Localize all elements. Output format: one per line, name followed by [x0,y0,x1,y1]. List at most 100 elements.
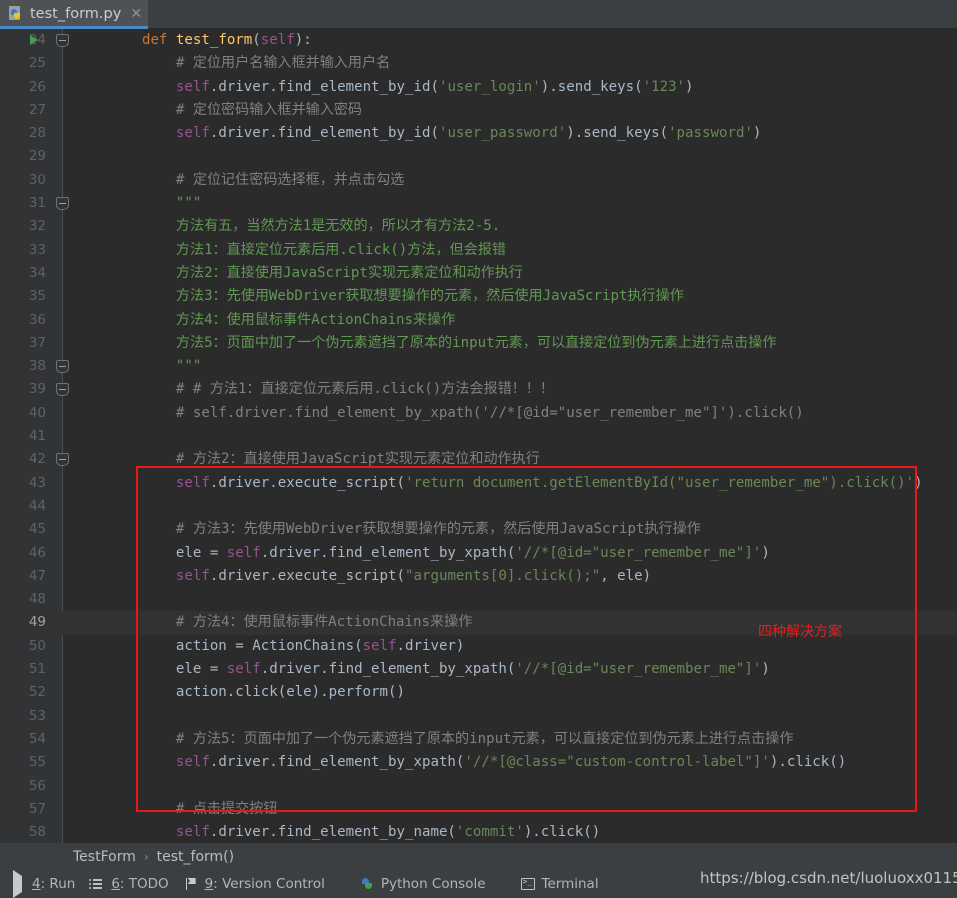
code-text: """ [108,192,201,215]
code-line[interactable]: 44 [0,495,957,518]
code-line[interactable]: 30 # 定位记住密码选择框，并点击勾选 [0,169,957,192]
code-token: self [175,78,210,95]
editor-tab-test-form[interactable]: test_form.py ✕ [0,0,149,28]
run-arrow-icon[interactable] [30,35,38,45]
status-bar-item-terminal[interactable]: Terminal [520,876,599,892]
code-line[interactable]: 43 self.driver.execute_script('return do… [0,472,957,495]
status-bar-item-todo-list[interactable]: 6: TODO [89,876,169,892]
code-token: # 方法3：先使用WebDriver获取想要操作的元素，然后使用JavaScri… [108,521,701,538]
breadcrumb-method[interactable]: test_form() [157,849,234,865]
code-line[interactable]: 25 # 定位用户名输入框并输入用户名 [0,52,957,75]
code-line[interactable]: 51 ele = self.driver.find_element_by_xpa… [0,658,957,681]
status-item-mnemonic: 6 [111,876,120,892]
line-number: 39 [28,381,46,398]
code-text: 方法2：直接使用JavaScript实现元素定位和动作执行 [108,262,523,285]
code-token: 方法3：先使用WebDriver获取想要操作的元素，然后使用JavaScript… [108,288,684,305]
code-line[interactable]: 39 # # 方法1：直接定位元素后用.click()方法会报错！！！ [0,378,957,401]
status-item-mnemonic: 9 [204,876,214,892]
code-token: .driver.execute_script( [209,474,406,491]
status-item-label: : Run [40,876,76,892]
line-number: 51 [28,661,46,678]
code-line[interactable]: 28 self.driver.find_element_by_id('user_… [0,122,957,145]
code-line[interactable]: 47 self.driver.execute_script("arguments… [0,565,957,588]
code-token: 'commit' [455,824,524,841]
code-line[interactable]: 32 方法有五，当然方法1是无效的，所以才有方法2-5. [0,215,957,238]
code-token: self [175,125,210,142]
line-number: 32 [28,218,46,235]
line-number: 54 [28,730,46,747]
code-text: 方法5：页面中加了一个伪元素遮挡了原本的input元素，可以直接定位到伪元素上进… [108,332,777,355]
line-number: 40 [28,404,46,421]
code-token: '//*[@id="user_remember_me"]' [515,661,762,678]
status-bar-item-play[interactable]: 4: Run [10,870,76,898]
code-text: 方法3：先使用WebDriver获取想要操作的元素，然后使用JavaScript… [108,285,684,308]
code-token: .driver.execute_script( [209,567,406,584]
code-token: action = ActionChains( [108,637,363,654]
fold-marker-icon[interactable] [56,383,69,397]
code-line[interactable]: 26 self.driver.find_element_by_id('user_… [0,76,957,99]
code-token: .driver.find_element_by_xpath( [260,544,516,561]
watermark-url: https://blog.csdn.net/luoluoxx0115 [700,869,957,887]
line-number: 58 [28,824,46,841]
code-token: .driver) [396,637,465,654]
breadcrumb-class[interactable]: TestForm [73,849,136,865]
fold-marker-icon[interactable] [56,197,69,211]
code-token: ) [761,661,770,678]
code-line[interactable]: 46 ele = self.driver.find_element_by_xpa… [0,542,957,565]
code-line[interactable]: 29 [0,145,957,168]
code-line[interactable]: 52 action.click(ele).perform() [0,681,957,704]
code-text: self.driver.find_element_by_name('commit… [108,821,600,843]
code-token: 'user_password' [438,125,567,142]
line-number: 36 [28,311,46,328]
code-text: self.driver.find_element_by_id('user_pas… [108,122,762,145]
status-bar-item-version-control[interactable]: 9: Version Control [183,876,325,892]
code-line[interactable]: 36 方法4：使用鼠标事件ActionChains来操作 [0,309,957,332]
code-line[interactable]: 54 # 方法5：页面中加了一个伪元素遮挡了原本的input元素，可以直接定位到… [0,728,957,751]
line-number: 34 [28,264,46,281]
line-number: 53 [28,707,46,724]
code-line[interactable]: 38 """ [0,355,957,378]
line-number: 31 [28,195,46,212]
line-number: 25 [28,55,46,72]
code-text: ele = self.driver.find_element_by_xpath(… [108,658,770,681]
code-token: '123' [642,78,686,95]
code-line[interactable]: 56 [0,775,957,798]
line-number: 44 [28,497,46,514]
code-line[interactable]: 42 # 方法2：直接使用JavaScript实现元素定位和动作执行 [0,448,957,471]
line-number: 24 [28,32,46,48]
code-line[interactable]: 41 [0,425,957,448]
code-line[interactable]: 24 def test_form(self): [0,29,957,52]
code-line[interactable]: 27 # 定位密码输入框并输入密码 [0,99,957,122]
code-line[interactable]: 31 """ [0,192,957,215]
code-token: .driver.find_element_by_xpath( [209,754,465,771]
code-line[interactable]: 57 # 点击提交按钮 [0,798,957,821]
code-line[interactable]: 55 self.driver.find_element_by_xpath('//… [0,751,957,774]
code-token: """ [108,358,202,375]
code-editor[interactable]: 24 def test_form(self): 25 # 定位用户名输入框并输入用… [0,29,957,843]
fold-marker-icon[interactable] [56,34,69,47]
code-line[interactable]: 34 方法2：直接使用JavaScript实现元素定位和动作执行 [0,262,957,285]
code-token: # 定位密码输入框并输入密码 [108,101,362,118]
line-number: 57 [28,800,46,817]
code-token: """ [108,195,202,212]
code-line[interactable]: 48 [0,588,957,611]
status-bar-item-python-console[interactable]: Python Console [359,876,486,892]
fold-marker-icon[interactable] [56,453,69,467]
close-icon[interactable]: ✕ [130,7,142,21]
code-line[interactable]: 45 # 方法3：先使用WebDriver获取想要操作的元素，然后使用JavaS… [0,518,957,541]
code-line[interactable]: 35 方法3：先使用WebDriver获取想要操作的元素，然后使用JavaScr… [0,285,957,308]
code-line[interactable]: 33 方法1：直接定位元素后用.click()方法，但会报错 [0,239,957,262]
code-line[interactable]: 53 [0,705,957,728]
code-line[interactable]: 58 self.driver.find_element_by_name('com… [0,821,957,843]
code-lines-container[interactable]: 24 def test_form(self): 25 # 定位用户名输入框并输入用… [0,29,957,843]
line-number: 33 [28,241,46,258]
fold-marker-icon[interactable] [56,360,69,374]
code-line[interactable]: 37 方法5：页面中加了一个伪元素遮挡了原本的input元素，可以直接定位到伪元… [0,332,957,355]
code-token: self [175,567,210,584]
code-line[interactable]: 40 # self.driver.find_element_by_xpath('… [0,402,957,425]
code-token: # 方法5：页面中加了一个伪元素遮挡了原本的input元素，可以直接定位到伪元素… [108,730,794,747]
